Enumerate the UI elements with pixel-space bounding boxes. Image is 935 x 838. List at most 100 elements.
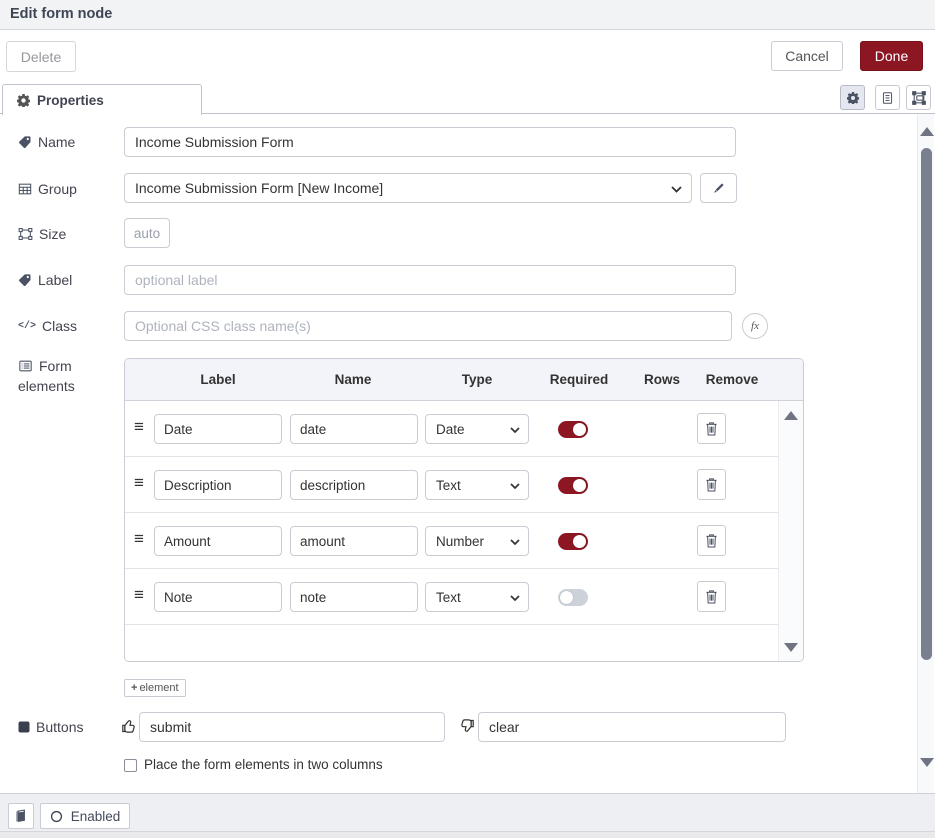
two-columns-checkbox[interactable] bbox=[124, 759, 137, 772]
form-elements-header: Label Name Type Required Rows Remove bbox=[125, 359, 803, 401]
trash-icon bbox=[705, 421, 718, 436]
element-label-input[interactable] bbox=[154, 414, 282, 444]
dialog-title: Edit form node bbox=[10, 0, 112, 29]
drag-handle-icon[interactable]: ≡ bbox=[134, 417, 144, 437]
scroll-up-icon[interactable] bbox=[784, 411, 798, 420]
tag-icon bbox=[18, 135, 32, 149]
drag-handle-icon[interactable]: ≡ bbox=[134, 585, 144, 605]
appearance-icon bbox=[912, 91, 926, 105]
cancel-button[interactable]: Cancel bbox=[771, 41, 843, 71]
class-label: </> Class bbox=[18, 318, 77, 334]
workspace-edge bbox=[0, 831, 935, 838]
remove-element-button[interactable] bbox=[697, 413, 726, 444]
scroll-down-icon[interactable] bbox=[920, 758, 934, 767]
form-elements-table: Label Name Type Required Rows Remove ≡ D… bbox=[124, 358, 804, 662]
form-element-row: ≡ Number bbox=[125, 513, 779, 569]
required-toggle[interactable] bbox=[558, 421, 588, 438]
tag-icon bbox=[18, 273, 32, 287]
thumbs-up-icon bbox=[121, 718, 137, 734]
properties-tab-button[interactable] bbox=[840, 85, 865, 110]
form-element-row: ≡ Text bbox=[125, 457, 779, 513]
required-toggle[interactable] bbox=[558, 589, 588, 606]
element-type-select[interactable]: Text bbox=[425, 470, 529, 500]
trash-icon bbox=[705, 477, 718, 492]
code-icon: </> bbox=[18, 321, 36, 332]
remove-element-button[interactable] bbox=[697, 469, 726, 500]
remove-element-button[interactable] bbox=[697, 581, 726, 612]
element-type-select[interactable]: Number bbox=[425, 526, 529, 556]
form-element-row: ≡ Date bbox=[125, 401, 779, 457]
form-elements-label-line2: elements bbox=[18, 378, 75, 394]
element-type-select[interactable]: Text bbox=[425, 582, 529, 612]
node-info-button[interactable] bbox=[8, 803, 34, 829]
remove-element-button[interactable] bbox=[697, 525, 726, 556]
form-elements-list: ≡ Date ≡ Text bbox=[125, 401, 803, 662]
enabled-label: Enabled bbox=[71, 809, 121, 824]
enabled-toggle-button[interactable]: Enabled bbox=[40, 803, 130, 829]
element-name-input[interactable] bbox=[290, 526, 418, 556]
list-alt-icon bbox=[18, 359, 33, 373]
add-element-button[interactable]: +element bbox=[124, 679, 186, 697]
group-select[interactable]: Income Submission Form [New Income] bbox=[124, 173, 692, 203]
chevron-down-icon bbox=[510, 483, 520, 489]
plus-icon: + bbox=[131, 682, 137, 694]
required-toggle[interactable] bbox=[558, 533, 588, 550]
col-header-remove: Remove bbox=[702, 359, 762, 401]
scroll-up-icon[interactable] bbox=[920, 127, 934, 136]
element-label-input[interactable] bbox=[154, 470, 282, 500]
element-name-input[interactable] bbox=[290, 470, 418, 500]
col-header-required: Required bbox=[534, 359, 624, 401]
col-header-label: Label bbox=[154, 359, 282, 401]
name-label: Name bbox=[18, 134, 75, 150]
buttons-label: Buttons bbox=[18, 719, 83, 735]
element-label-input[interactable] bbox=[154, 526, 282, 556]
table-icon bbox=[18, 182, 32, 196]
chevron-down-icon bbox=[671, 186, 682, 193]
chevron-down-icon bbox=[510, 427, 520, 433]
group-select-value: Income Submission Form [New Income] bbox=[135, 180, 383, 196]
drag-handle-icon[interactable]: ≡ bbox=[134, 529, 144, 549]
name-input[interactable] bbox=[124, 127, 736, 157]
trash-icon bbox=[705, 589, 718, 604]
gear-icon bbox=[847, 92, 859, 104]
dynamic-class-fx-button[interactable]: fx bbox=[742, 313, 768, 339]
submit-button-text-input[interactable] bbox=[139, 712, 445, 742]
pencil-icon bbox=[712, 182, 725, 195]
square-icon bbox=[18, 721, 30, 733]
element-name-input[interactable] bbox=[290, 582, 418, 612]
edit-group-button[interactable] bbox=[700, 173, 737, 203]
description-tab-button[interactable] bbox=[875, 85, 900, 110]
status-circle-icon bbox=[50, 810, 63, 823]
element-type-select[interactable]: Date bbox=[425, 414, 529, 444]
delete-button[interactable]: Delete bbox=[6, 41, 76, 72]
gear-icon bbox=[17, 94, 30, 107]
edit-form-node-dialog: Edit form node Delete Cancel Done Proper… bbox=[0, 0, 935, 838]
chevron-down-icon bbox=[510, 539, 520, 545]
chevron-down-icon bbox=[510, 595, 520, 601]
drag-handle-icon[interactable]: ≡ bbox=[134, 473, 144, 493]
object-group-icon bbox=[18, 227, 33, 241]
scrollbar-thumb[interactable] bbox=[921, 148, 932, 660]
dialog-footer: Enabled bbox=[0, 793, 935, 831]
element-name-input[interactable] bbox=[290, 414, 418, 444]
form-element-row: ≡ Text bbox=[125, 569, 779, 625]
appearance-tab-button[interactable] bbox=[906, 85, 931, 110]
tab-bar: Properties bbox=[0, 82, 935, 114]
class-input[interactable] bbox=[124, 311, 732, 341]
thumbs-down-icon bbox=[459, 718, 475, 734]
document-icon bbox=[881, 91, 894, 105]
book-icon bbox=[14, 809, 28, 823]
scroll-down-icon[interactable] bbox=[784, 643, 798, 652]
clear-button-text-input[interactable] bbox=[478, 712, 786, 742]
done-button[interactable]: Done bbox=[860, 41, 923, 71]
label-input[interactable] bbox=[124, 265, 736, 295]
main-scrollbar[interactable] bbox=[917, 114, 934, 793]
tab-properties[interactable]: Properties bbox=[2, 84, 202, 115]
required-toggle[interactable] bbox=[558, 477, 588, 494]
size-label: Size bbox=[18, 226, 66, 242]
trash-icon bbox=[705, 533, 718, 548]
size-button[interactable]: auto bbox=[124, 218, 170, 248]
form-elements-label: Form bbox=[18, 358, 72, 374]
list-scrollbar[interactable] bbox=[778, 401, 803, 662]
element-label-input[interactable] bbox=[154, 582, 282, 612]
